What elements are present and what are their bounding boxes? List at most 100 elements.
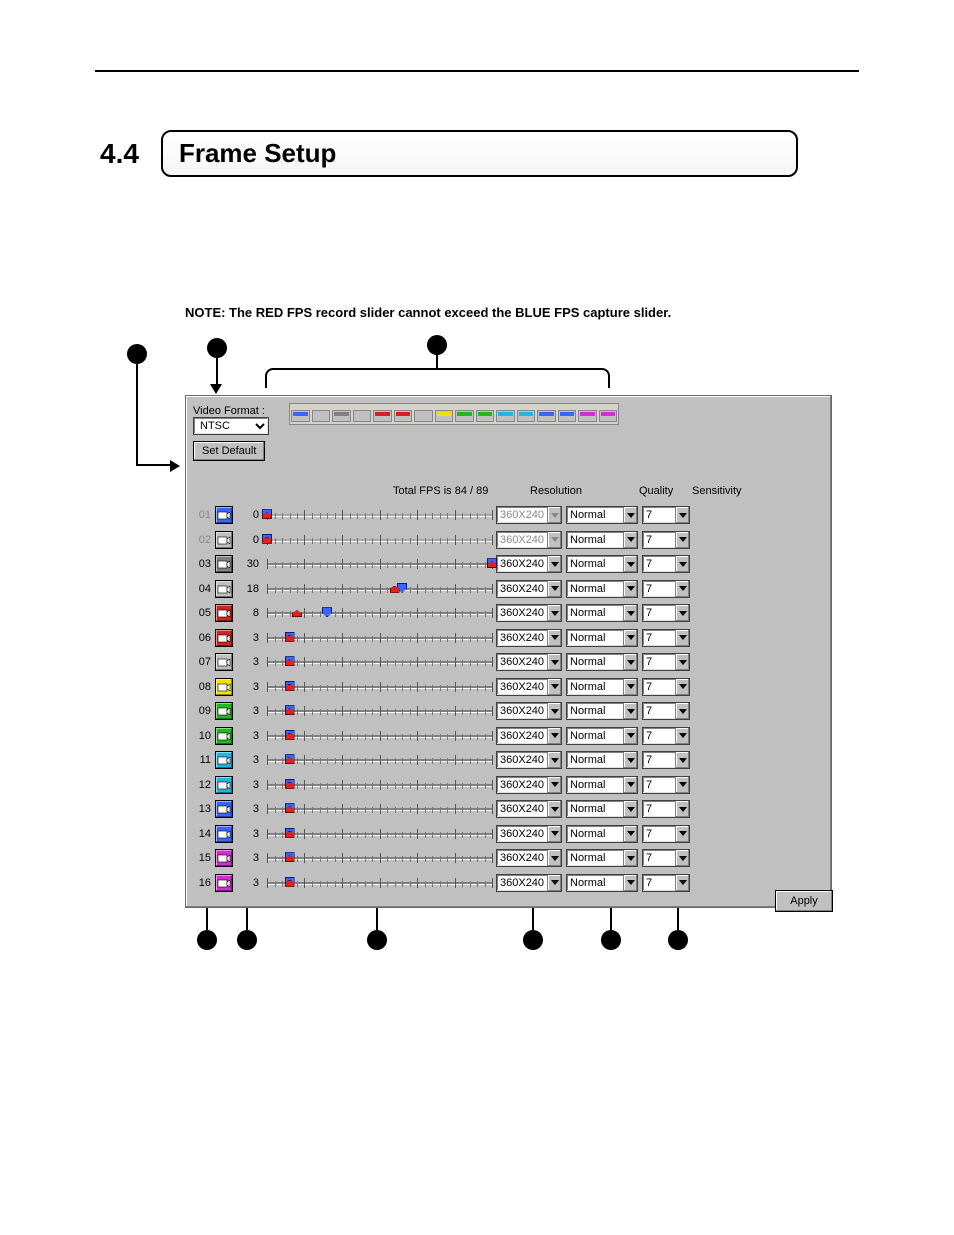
record-slider-thumb[interactable] [285,852,295,862]
fps-slider[interactable] [267,851,492,865]
qual-value: Normal [567,877,623,889]
sens-select[interactable]: 7 [642,751,690,769]
qual-select[interactable]: Normal [566,751,638,769]
qual-select[interactable]: Normal [566,727,638,745]
fps-slider[interactable] [267,655,492,669]
record-slider-thumb[interactable] [292,607,302,617]
qual-select[interactable]: Normal [566,580,638,598]
record-slider-thumb[interactable] [285,779,295,789]
camera-icon[interactable] [215,580,233,598]
sens-select[interactable]: 7 [642,800,690,818]
camera-icon[interactable] [215,629,233,647]
camera-icon[interactable] [215,825,233,843]
sens-select[interactable]: 7 [642,849,690,867]
fps-slider[interactable] [267,680,492,694]
qual-select[interactable]: Normal [566,678,638,696]
fps-slider[interactable] [267,778,492,792]
sens-select[interactable]: 7 [642,825,690,843]
qual-select[interactable]: Normal [566,506,638,524]
qual-select[interactable]: Normal [566,776,638,794]
record-slider-thumb[interactable] [285,803,295,813]
sens-select[interactable]: 7 [642,506,690,524]
sens-select[interactable]: 7 [642,678,690,696]
fps-slider[interactable] [267,704,492,718]
record-slider-thumb[interactable] [285,754,295,764]
sens-select[interactable]: 7 [642,604,690,622]
camera-icon[interactable] [215,604,233,622]
fps-slider [267,533,492,547]
sens-select[interactable]: 7 [642,555,690,573]
res-select[interactable]: 360X240 [496,727,562,745]
camera-icon[interactable] [215,874,233,892]
qual-select[interactable]: Normal [566,800,638,818]
fps-slider[interactable] [267,729,492,743]
fps-slider[interactable] [267,827,492,841]
camera-icon[interactable] [215,678,233,696]
fps-slider[interactable] [267,802,492,816]
sens-select[interactable]: 7 [642,702,690,720]
record-slider-thumb[interactable] [285,828,295,838]
camera-icon[interactable] [215,849,233,867]
fps-value: 18 [237,583,263,595]
sens-select[interactable]: 7 [642,653,690,671]
res-select[interactable]: 360X240 [496,580,562,598]
qual-select[interactable]: Normal [566,702,638,720]
sens-select[interactable]: 7 [642,727,690,745]
camera-icon[interactable] [215,751,233,769]
record-slider-thumb[interactable] [285,730,295,740]
res-select[interactable]: 360X240 [496,653,562,671]
qual-select[interactable]: Normal [566,849,638,867]
res-select[interactable]: 360X240 [496,825,562,843]
qual-select[interactable]: Normal [566,629,638,647]
res-select[interactable]: 360X240 [496,678,562,696]
res-select[interactable]: 360X240 [496,702,562,720]
fps-slider[interactable] [267,606,492,620]
camera-icon[interactable] [215,506,233,524]
fps-slider[interactable] [267,876,492,890]
sens-select[interactable]: 7 [642,874,690,892]
fps-slider[interactable] [267,557,492,571]
res-select[interactable]: 360X240 [496,751,562,769]
res-select[interactable]: 360X240 [496,555,562,573]
video-format-select[interactable]: NTSC [193,417,269,435]
qual-select[interactable]: Normal [566,874,638,892]
set-default-button[interactable]: Set Default [193,441,265,461]
fps-slider[interactable] [267,582,492,596]
record-slider-thumb[interactable] [285,877,295,887]
apply-button[interactable]: Apply [775,890,833,912]
qual-select[interactable]: Normal [566,653,638,671]
sens-select[interactable]: 7 [642,531,690,549]
record-slider-thumb[interactable] [285,656,295,666]
camera-icon[interactable] [215,653,233,671]
res-select[interactable]: 360X240 [496,629,562,647]
qual-value: Normal [567,534,623,546]
res-select[interactable]: 360X240 [496,800,562,818]
sens-select[interactable]: 7 [642,629,690,647]
camera-icon[interactable] [215,800,233,818]
camera-icon[interactable] [215,531,233,549]
sens-select[interactable]: 7 [642,580,690,598]
record-slider-thumb[interactable] [285,705,295,715]
sens-select[interactable]: 7 [642,776,690,794]
qual-select[interactable]: Normal [566,825,638,843]
chevron-down-icon [623,728,637,744]
qual-select[interactable]: Normal [566,604,638,622]
qual-select[interactable]: Normal [566,555,638,573]
capture-slider-thumb[interactable] [322,607,332,617]
camera-icon[interactable] [215,702,233,720]
fps-slider[interactable] [267,753,492,767]
chevron-down-icon [675,850,689,866]
camera-icon[interactable] [215,727,233,745]
record-slider-thumb[interactable] [487,558,497,568]
qual-select[interactable]: Normal [566,531,638,549]
record-slider-thumb[interactable] [285,632,295,642]
res-select[interactable]: 360X240 [496,849,562,867]
res-select[interactable]: 360X240 [496,604,562,622]
camera-icon[interactable] [215,776,233,794]
record-slider-thumb[interactable] [390,583,400,593]
res-select[interactable]: 360X240 [496,874,562,892]
record-slider-thumb[interactable] [285,681,295,691]
camera-icon[interactable] [215,555,233,573]
fps-slider[interactable] [267,631,492,645]
res-select[interactable]: 360X240 [496,776,562,794]
